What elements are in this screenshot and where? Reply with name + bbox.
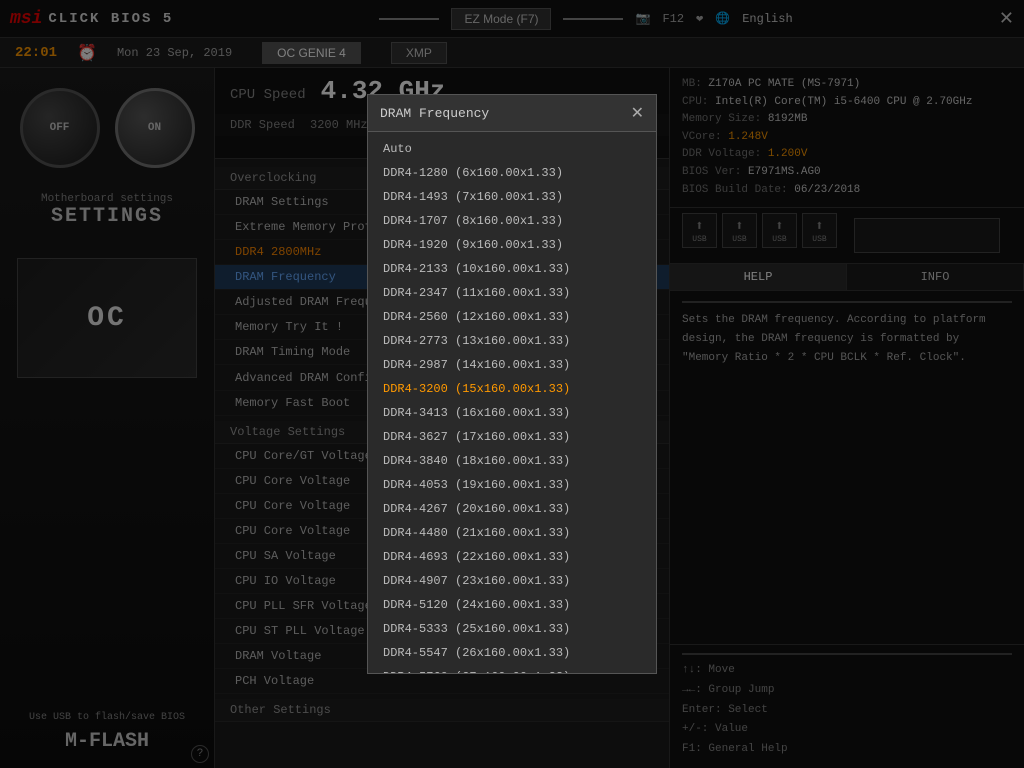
modal-item-4[interactable]: DDR4-1920 (9x160.00x1.33) <box>368 233 656 257</box>
modal-item-5[interactable]: DDR4-2133 (10x160.00x1.33) <box>368 257 656 281</box>
modal-overlay[interactable]: DRAM Frequency ✕ AutoDDR4-1280 (6x160.00… <box>0 0 1024 768</box>
modal-item-3[interactable]: DDR4-1707 (8x160.00x1.33) <box>368 209 656 233</box>
modal-item-12[interactable]: DDR4-3627 (17x160.00x1.33) <box>368 425 656 449</box>
modal-item-18[interactable]: DDR4-4907 (23x160.00x1.33) <box>368 569 656 593</box>
modal-item-6[interactable]: DDR4-2347 (11x160.00x1.33) <box>368 281 656 305</box>
modal-body: AutoDDR4-1280 (6x160.00x1.33)DDR4-1493 (… <box>368 132 656 673</box>
modal-item-22[interactable]: DDR4-5760 (27x160.00x1.33) <box>368 665 656 673</box>
modal-item-11[interactable]: DDR4-3413 (16x160.00x1.33) <box>368 401 656 425</box>
modal-item-14[interactable]: DDR4-4053 (19x160.00x1.33) <box>368 473 656 497</box>
modal-item-19[interactable]: DDR4-5120 (24x160.00x1.33) <box>368 593 656 617</box>
modal-item-9[interactable]: DDR4-2987 (14x160.00x1.33) <box>368 353 656 377</box>
modal-item-7[interactable]: DDR4-2560 (12x160.00x1.33) <box>368 305 656 329</box>
modal-title: DRAM Frequency <box>380 106 489 121</box>
modal-item-15[interactable]: DDR4-4267 (20x160.00x1.33) <box>368 497 656 521</box>
modal-header: DRAM Frequency ✕ <box>368 95 656 132</box>
modal-close-button[interactable]: ✕ <box>631 103 644 123</box>
modal-item-13[interactable]: DDR4-3840 (18x160.00x1.33) <box>368 449 656 473</box>
modal-item-20[interactable]: DDR4-5333 (25x160.00x1.33) <box>368 617 656 641</box>
modal-item-21[interactable]: DDR4-5547 (26x160.00x1.33) <box>368 641 656 665</box>
modal-item-16[interactable]: DDR4-4480 (21x160.00x1.33) <box>368 521 656 545</box>
dram-frequency-modal: DRAM Frequency ✕ AutoDDR4-1280 (6x160.00… <box>367 94 657 674</box>
modal-item-17[interactable]: DDR4-4693 (22x160.00x1.33) <box>368 545 656 569</box>
modal-item-10[interactable]: DDR4-3200 (15x160.00x1.33) <box>368 377 656 401</box>
modal-item-0[interactable]: Auto <box>368 137 656 161</box>
modal-list[interactable]: AutoDDR4-1280 (6x160.00x1.33)DDR4-1493 (… <box>368 132 656 673</box>
modal-item-1[interactable]: DDR4-1280 (6x160.00x1.33) <box>368 161 656 185</box>
modal-item-8[interactable]: DDR4-2773 (13x160.00x1.33) <box>368 329 656 353</box>
modal-item-2[interactable]: DDR4-1493 (7x160.00x1.33) <box>368 185 656 209</box>
